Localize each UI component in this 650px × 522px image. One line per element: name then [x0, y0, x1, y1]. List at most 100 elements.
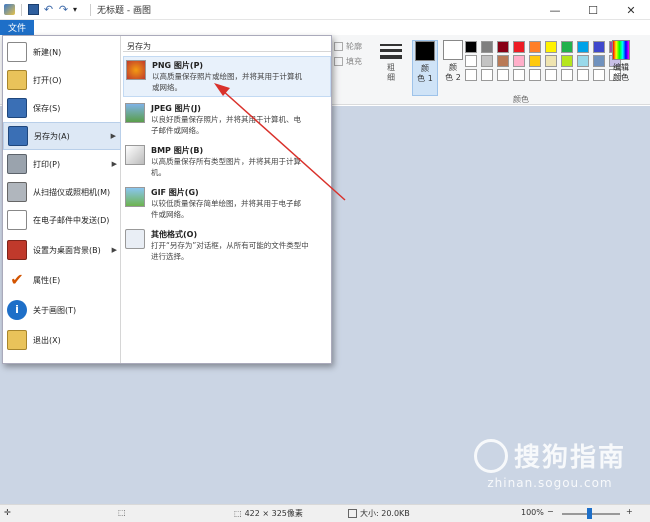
color-palette [465, 41, 623, 81]
palette-swatch[interactable] [577, 55, 589, 67]
other-formats-icon [125, 229, 145, 249]
color1-button[interactable]: 颜 色 1 [412, 40, 438, 96]
color1-label-line1: 颜 [421, 64, 429, 73]
save-as-jpeg[interactable]: JPEG 图片(J) 以良好质量保存照片，并将其用于计算机、电 子邮件或网络。 [123, 100, 331, 139]
menu-item-save[interactable]: 保存(S) [3, 94, 121, 122]
menu-item-save-as[interactable]: 另存为(A) ▶ [3, 122, 121, 150]
menu-item-label: 关于画图(T) [33, 305, 77, 315]
close-button[interactable]: ✕ [612, 0, 650, 20]
submenu-arrow-icon: ▶ [111, 246, 117, 254]
format-name: BMP 图片(B) [151, 146, 204, 155]
fill-button[interactable]: 填充 [334, 56, 362, 67]
palette-swatch[interactable] [513, 55, 525, 67]
exit-icon [7, 330, 27, 350]
palette-swatch[interactable] [561, 55, 573, 67]
format-desc-line2: 件或网络。 [151, 210, 189, 219]
palette-swatch[interactable] [497, 41, 509, 53]
stroke-size-button[interactable]: 粗 细 [376, 41, 406, 93]
menu-item-label: 退出(X) [33, 335, 61, 345]
zoom-slider-thumb[interactable] [587, 508, 592, 519]
format-desc-line2: 或网络。 [152, 83, 182, 92]
gif-icon [125, 187, 145, 207]
palette-swatch[interactable] [513, 69, 525, 81]
save-as-png[interactable]: PNG 图片(P) 以高质量保存照片或绘图，并将其用于计算机 或网络。 [123, 56, 331, 97]
palette-swatch[interactable] [465, 69, 477, 81]
palette-swatch[interactable] [497, 55, 509, 67]
cursor-position-icon: ✛ [4, 508, 11, 517]
divider [90, 3, 91, 16]
format-desc-line1: 以良好质量保存照片，并将其用于计算机、电 [151, 115, 301, 124]
save-as-bmp[interactable]: BMP 图片(B) 以高质量保存所有类型图片，并将其用于计算 机。 [123, 142, 331, 181]
color1-swatch [415, 41, 435, 61]
bmp-icon [125, 145, 145, 165]
ribbon-tabs: 文件 [0, 20, 650, 35]
palette-swatch[interactable] [529, 69, 541, 81]
maximize-button[interactable]: ☐ [574, 0, 612, 20]
format-desc-line2: 子邮件或网络。 [151, 126, 204, 135]
file-size: 大小: 20.0KB [360, 509, 410, 518]
edit-colors-button[interactable]: 编辑 颜色 [609, 40, 633, 83]
palette-swatch[interactable] [593, 41, 605, 53]
palette-swatch[interactable] [545, 55, 557, 67]
tab-file[interactable]: 文件 [0, 20, 34, 35]
color2-swatch [443, 40, 463, 60]
format-name: GIF 图片(G) [151, 188, 199, 197]
colors-group-label: 颜色 [513, 95, 529, 104]
save-as-other[interactable]: 其他格式(O) 打开“另存为”对话框，从所有可能的文件类型中 进行选择。 [123, 226, 331, 265]
palette-swatch[interactable] [545, 41, 557, 53]
canvas-size-readout: ⬚ 422 × 325像素 [234, 508, 303, 519]
redo-icon[interactable]: ↷ [58, 4, 69, 15]
stroke-label-line1: 粗 [387, 63, 395, 72]
divider [21, 3, 22, 16]
palette-swatch[interactable] [529, 41, 541, 53]
color2-button[interactable]: 颜 色 2 [440, 40, 466, 83]
undo-icon[interactable]: ↶ [43, 4, 54, 15]
paint-app-icon[interactable] [4, 4, 15, 15]
menu-item-label: 打印(P) [33, 159, 61, 169]
menu-item-exit[interactable]: 退出(X) [3, 326, 121, 354]
menu-item-label: 打开(O) [33, 75, 62, 85]
palette-swatch[interactable] [561, 69, 573, 81]
palette-swatch[interactable] [577, 41, 589, 53]
format-name: PNG 图片(P) [152, 61, 204, 70]
menu-item-email[interactable]: 在电子邮件中发送(D) [3, 206, 121, 234]
menu-item-label: 新建(N) [33, 47, 62, 57]
palette-swatch[interactable] [577, 69, 589, 81]
zoom-in-button[interactable]: + [626, 507, 633, 516]
edit-colors-label-line2: 颜色 [613, 73, 629, 82]
palette-swatch[interactable] [481, 55, 493, 67]
selection-size-icon: ⬚ [118, 508, 126, 517]
png-icon [126, 60, 146, 80]
outline-button[interactable]: 轮廓 [334, 41, 362, 52]
palette-swatch[interactable] [497, 69, 509, 81]
menu-item-scanner[interactable]: 从扫描仪或照相机(M) [3, 178, 121, 206]
menu-item-open[interactable]: 打开(O) [3, 66, 121, 94]
watermark-text: 搜狗指南 [513, 443, 626, 473]
quick-access-toolbar: ↶ ↷ ▾ [0, 3, 93, 16]
minimize-button[interactable]: — [536, 0, 574, 20]
format-desc-line1: 以较低质量保存简单绘图，并将其用于电子邮 [151, 199, 301, 208]
palette-swatch[interactable] [561, 41, 573, 53]
palette-swatch[interactable] [529, 55, 541, 67]
menu-item-about[interactable]: i 关于画图(T) [3, 296, 121, 324]
file-menu: 新建(N) 打开(O) 保存(S) 另存为(A) ▶ 打印(P) ▶ 从扫描仪或… [2, 35, 332, 364]
palette-swatch[interactable] [465, 41, 477, 53]
desktop-icon [7, 240, 27, 260]
menu-item-print[interactable]: 打印(P) ▶ [3, 150, 121, 178]
zoom-out-button[interactable]: − [547, 507, 554, 516]
palette-swatch[interactable] [465, 55, 477, 67]
menu-item-properties[interactable]: ✔ 属性(E) [3, 266, 121, 294]
save-as-gif[interactable]: GIF 图片(G) 以较低质量保存简单绘图，并将其用于电子邮 件或网络。 [123, 184, 331, 223]
palette-swatch[interactable] [545, 69, 557, 81]
palette-swatch[interactable] [481, 41, 493, 53]
save-icon[interactable] [28, 4, 39, 15]
palette-swatch[interactable] [593, 69, 605, 81]
customize-qat-icon[interactable]: ▾ [73, 4, 84, 15]
menu-item-new[interactable]: 新建(N) [3, 38, 121, 66]
menu-item-set-desktop[interactable]: 设置为桌面背景(B) ▶ [3, 236, 121, 264]
menu-item-label: 另存为(A) [34, 131, 70, 141]
format-desc-line2: 机。 [151, 168, 166, 177]
palette-swatch[interactable] [513, 41, 525, 53]
palette-swatch[interactable] [593, 55, 605, 67]
palette-swatch[interactable] [481, 69, 493, 81]
